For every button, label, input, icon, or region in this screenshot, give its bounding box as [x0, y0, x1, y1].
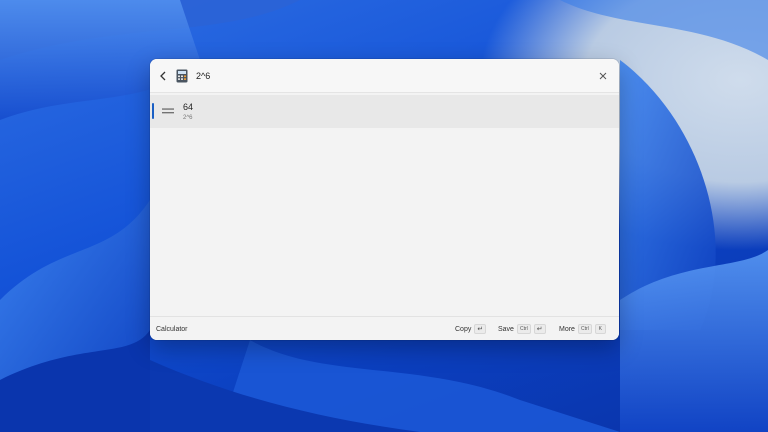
result-value: 64	[183, 102, 194, 112]
copy-label: Copy	[455, 325, 472, 333]
save-label: Save	[498, 325, 514, 333]
selection-indicator	[152, 103, 154, 119]
search-query[interactable]: 2^6	[196, 71, 210, 81]
back-button[interactable]	[154, 67, 172, 85]
title-bar: 2^6	[150, 59, 619, 93]
save-action[interactable]: Save Ctrl ↵	[498, 323, 546, 335]
enter-key-icon: ↵	[474, 324, 487, 334]
chevron-left-icon	[160, 71, 166, 80]
ctrl-key: Ctrl	[577, 324, 592, 334]
k-key: K	[594, 324, 606, 334]
more-label: More	[559, 325, 575, 333]
footer-bar: Calculator Copy ↵ Save Ctrl ↵ More Ctrl …	[150, 316, 619, 340]
copy-action[interactable]: Copy ↵	[455, 323, 487, 335]
close-button[interactable]	[595, 68, 611, 84]
result-expression: 2^6	[183, 115, 193, 121]
close-icon	[599, 72, 607, 80]
equals-icon	[162, 108, 174, 114]
calculator-window: 2^6 64 2^6 Calculator Copy ↵ Save Ctrl ↵…	[150, 59, 619, 340]
app-name: Calculator	[156, 326, 188, 333]
enter-key-icon: ↵	[533, 324, 546, 334]
calculator-icon	[176, 69, 188, 82]
result-item[interactable]: 64 2^6	[150, 95, 619, 128]
ctrl-key: Ctrl	[516, 324, 531, 334]
more-action[interactable]: More Ctrl K	[559, 323, 606, 335]
results-area	[150, 128, 619, 316]
